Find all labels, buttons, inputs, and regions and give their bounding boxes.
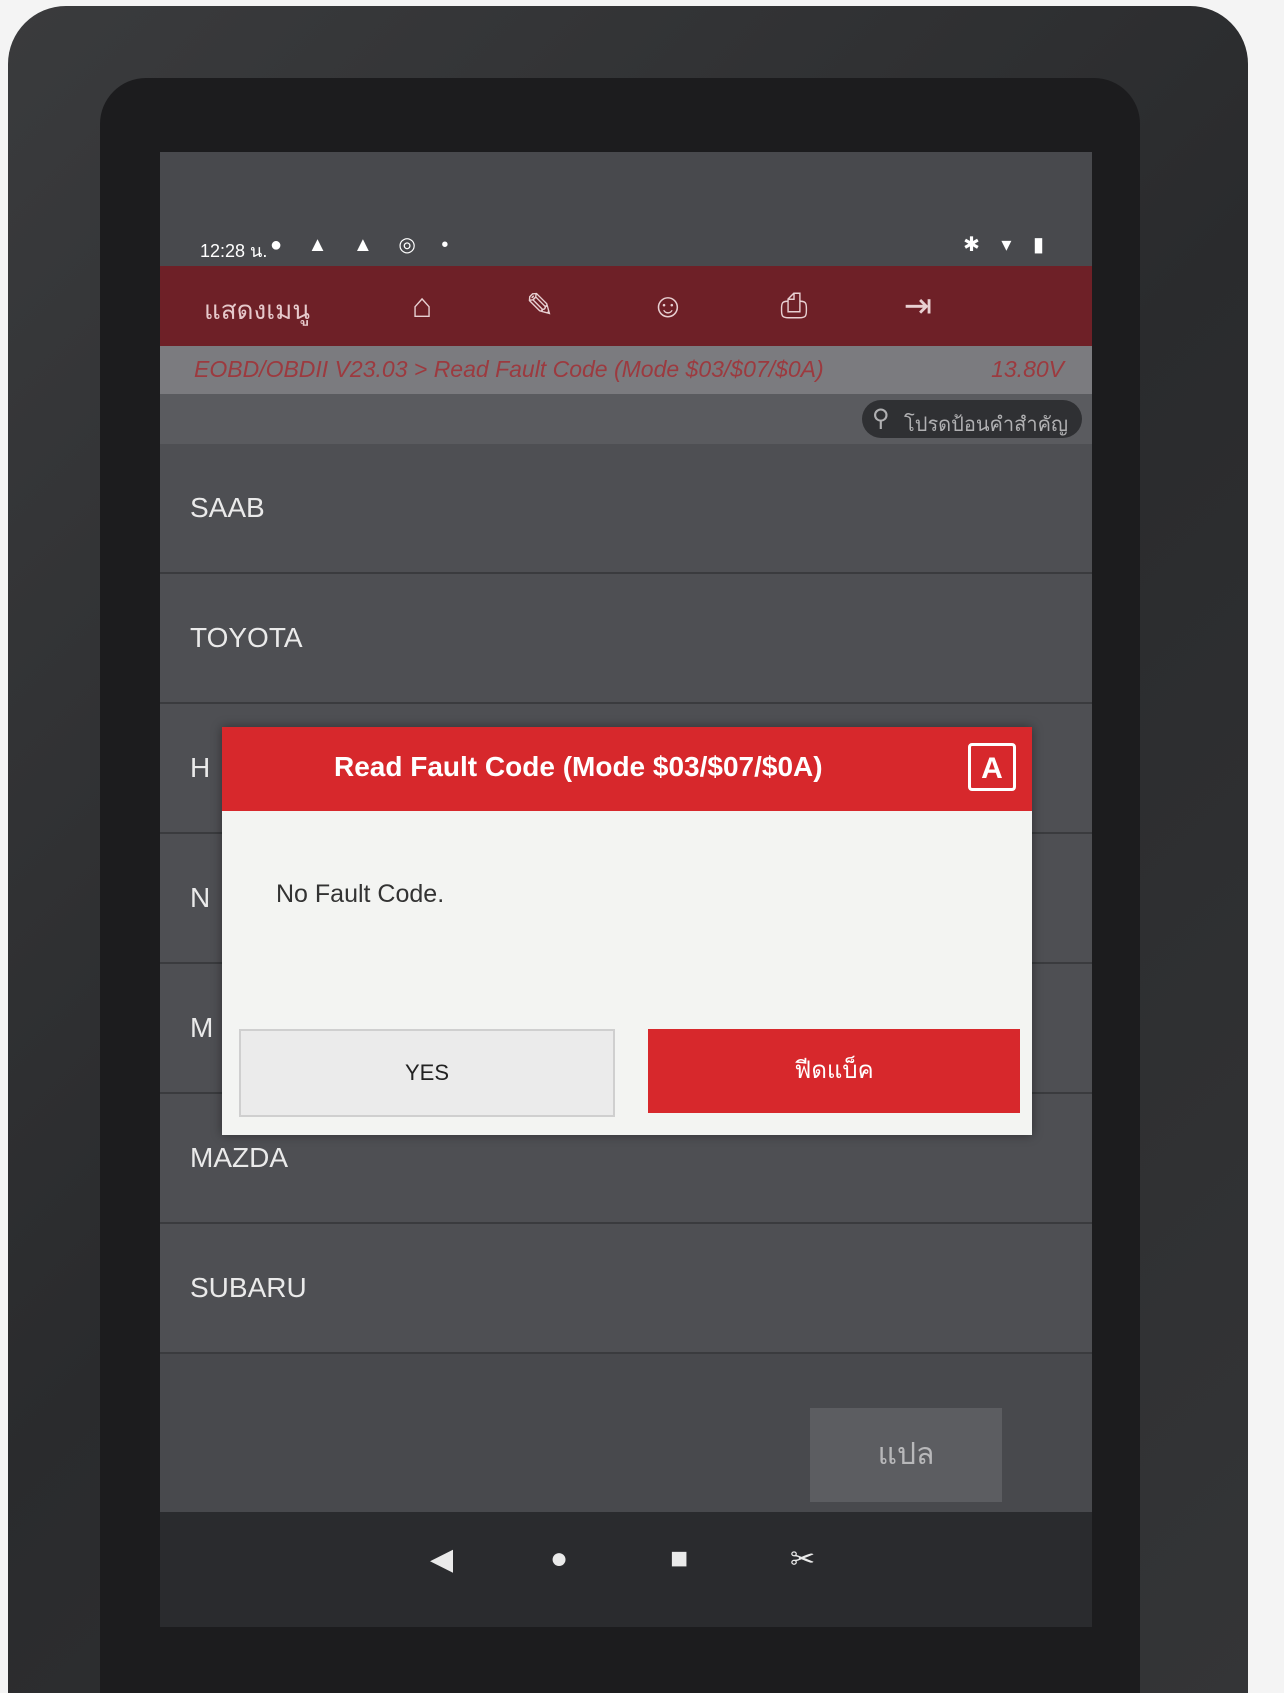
dialog-message: No Fault Code.	[276, 880, 445, 908]
list-item-label: SUBARU	[190, 1272, 307, 1303]
list-item[interactable]: SAAB	[160, 444, 1092, 574]
list-item-label: M	[190, 1012, 214, 1043]
home-icon[interactable]: ⌂	[400, 284, 444, 328]
dialog-title: Read Fault Code (Mode $03/$07/$0A)	[334, 751, 823, 782]
feedback-button[interactable]: ฟีดแบ็ค	[648, 1029, 1020, 1113]
search-input[interactable]: ⚲ โปรดป้อนคำสำคัญ	[862, 400, 1082, 438]
list-item[interactable]: TOYOTA	[160, 574, 1092, 704]
status-time: 12:28 น.	[200, 241, 268, 261]
print-icon[interactable]: ⎙	[772, 284, 816, 328]
system-nav-bar: ◀ ● ■ ✂	[160, 1512, 1092, 1627]
font-size-icon[interactable]: A	[968, 743, 1016, 791]
report-icon[interactable]: ✎	[518, 284, 562, 328]
show-menu-button[interactable]: แสดงเมนู	[204, 290, 310, 331]
user-icon[interactable]: ☺	[646, 284, 690, 328]
list-item-label: TOYOTA	[190, 622, 303, 653]
battery-voltage: 13.80V	[991, 356, 1064, 382]
dialog-header: Read Fault Code (Mode $03/$07/$0A) A	[222, 727, 1032, 811]
notification-icons: ● ▲ ▲ ◎ •	[270, 234, 459, 256]
breadcrumb-bar: EOBD/OBDII V23.03 > Read Fault Code (Mod…	[160, 346, 1092, 394]
connectivity-icons: ✱ ▾ ▮	[963, 234, 1052, 256]
top-toolbar: แสดงเมนู ⌂ ✎ ☺ ⎙ ⇥	[160, 266, 1092, 346]
status-bar: 12:28 น. ● ▲ ▲ ◎ • ✱ ▾ ▮	[160, 230, 1092, 266]
translate-button[interactable]: แปล	[810, 1408, 1002, 1502]
search-icon: ⚲	[872, 405, 890, 432]
yes-button[interactable]: YES	[239, 1029, 615, 1117]
exit-icon[interactable]: ⇥	[896, 284, 940, 328]
list-item-label: MAZDA	[190, 1142, 288, 1173]
list-item-label: SAAB	[190, 492, 265, 523]
back-icon[interactable]: ◀	[430, 1542, 453, 1577]
list-item[interactable]: SUBARU	[160, 1224, 1092, 1354]
screenshot-icon[interactable]: ✂	[790, 1542, 815, 1577]
list-item-label: H	[190, 752, 211, 783]
search-row: ⚲ โปรดป้อนคำสำคัญ	[160, 394, 1092, 444]
fault-code-dialog: Read Fault Code (Mode $03/$07/$0A) A No …	[222, 727, 1032, 1135]
list-item-label: N	[190, 882, 211, 913]
home-circle-icon[interactable]: ●	[550, 1542, 568, 1576]
recents-icon[interactable]: ■	[670, 1542, 688, 1576]
breadcrumb: EOBD/OBDII V23.03 > Read Fault Code (Mod…	[194, 356, 824, 382]
search-placeholder: โปรดป้อนคำสำคัญ	[904, 414, 1069, 436]
